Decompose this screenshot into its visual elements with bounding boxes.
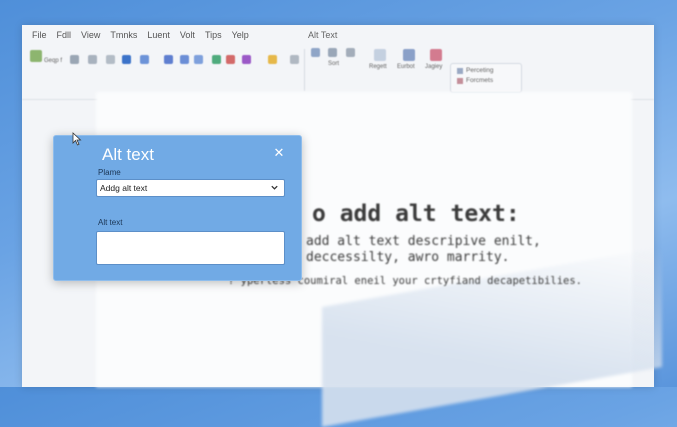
window-title: Alt Text [308, 30, 338, 40]
sort-label: Sort [328, 61, 340, 67]
mouse-pointer-icon [72, 132, 82, 146]
menu-tips[interactable]: Tips [205, 30, 222, 40]
paste-icon[interactable] [30, 50, 42, 62]
layout-icon[interactable] [328, 48, 337, 57]
formatting-item[interactable]: Perceting [457, 67, 521, 74]
triangle-icon[interactable] [164, 55, 173, 64]
list-icon[interactable] [106, 55, 115, 64]
formats-item[interactable]: Forcmets [457, 77, 521, 84]
select-value: Addg alt text [100, 183, 148, 193]
menu-bar: File Fdll View Tmnks Luent Volt Tips Yel… [22, 25, 654, 45]
pen-icon[interactable] [180, 55, 189, 64]
menu-help[interactable]: Yelp [232, 30, 249, 40]
alt-text-label: Alt text [98, 218, 123, 227]
document-heading: o add alt text: [312, 201, 520, 227]
alt-text-dialog: Alt text ✕ Plame Addg alt text Alt text [53, 135, 302, 281]
brush-icon[interactable] [194, 55, 203, 64]
outbound-label: Eurbot [397, 64, 415, 70]
document-line: deccessilty, awro marrity. [306, 250, 510, 265]
menu-file[interactable]: File [32, 30, 47, 40]
menu-volt[interactable]: Volt [180, 30, 195, 40]
chevron-down-icon [271, 185, 278, 190]
fill-icon[interactable] [268, 55, 277, 64]
report-label: Regett [369, 64, 387, 70]
outbound-icon[interactable] [403, 49, 415, 61]
close-icon[interactable]: ✕ [272, 146, 286, 160]
document-line: add alt text descripive enilt, [306, 234, 541, 249]
image-label: Jagiey [425, 64, 443, 70]
arrow-icon[interactable] [226, 55, 235, 64]
font-name-box[interactable]: Geqp f [44, 58, 62, 64]
report-icon[interactable] [374, 49, 386, 61]
menu-edit[interactable]: Fdll [57, 30, 72, 40]
menu-view[interactable]: View [81, 30, 100, 40]
alt-text-input[interactable] [96, 231, 285, 265]
font-color-icon[interactable] [140, 55, 149, 64]
formats-icon [457, 77, 463, 84]
font-size-icon[interactable] [70, 55, 79, 64]
shape-icon[interactable] [212, 55, 221, 64]
formatting-label: Perceting [466, 67, 494, 74]
formats-label: Forcmets [466, 77, 494, 84]
indent-icon[interactable] [88, 55, 97, 64]
plane-label: Plame [98, 168, 121, 177]
format-panel: Perceting Forcmets [450, 63, 522, 93]
ribbon-divider [304, 49, 305, 91]
grid-icon[interactable] [346, 48, 355, 57]
highlight-icon[interactable] [122, 55, 131, 64]
format-icon [457, 67, 463, 74]
image-icon[interactable] [430, 49, 442, 61]
filter-icon[interactable] [290, 55, 299, 64]
text-effect-icon[interactable] [242, 55, 251, 64]
dialog-title: Alt text [102, 145, 154, 164]
menu-layout[interactable]: Luent [147, 30, 170, 40]
sort-icon[interactable] [311, 48, 320, 57]
menu-tools[interactable]: Tmnks [110, 30, 137, 40]
alt-text-select[interactable]: Addg alt text [96, 179, 285, 197]
